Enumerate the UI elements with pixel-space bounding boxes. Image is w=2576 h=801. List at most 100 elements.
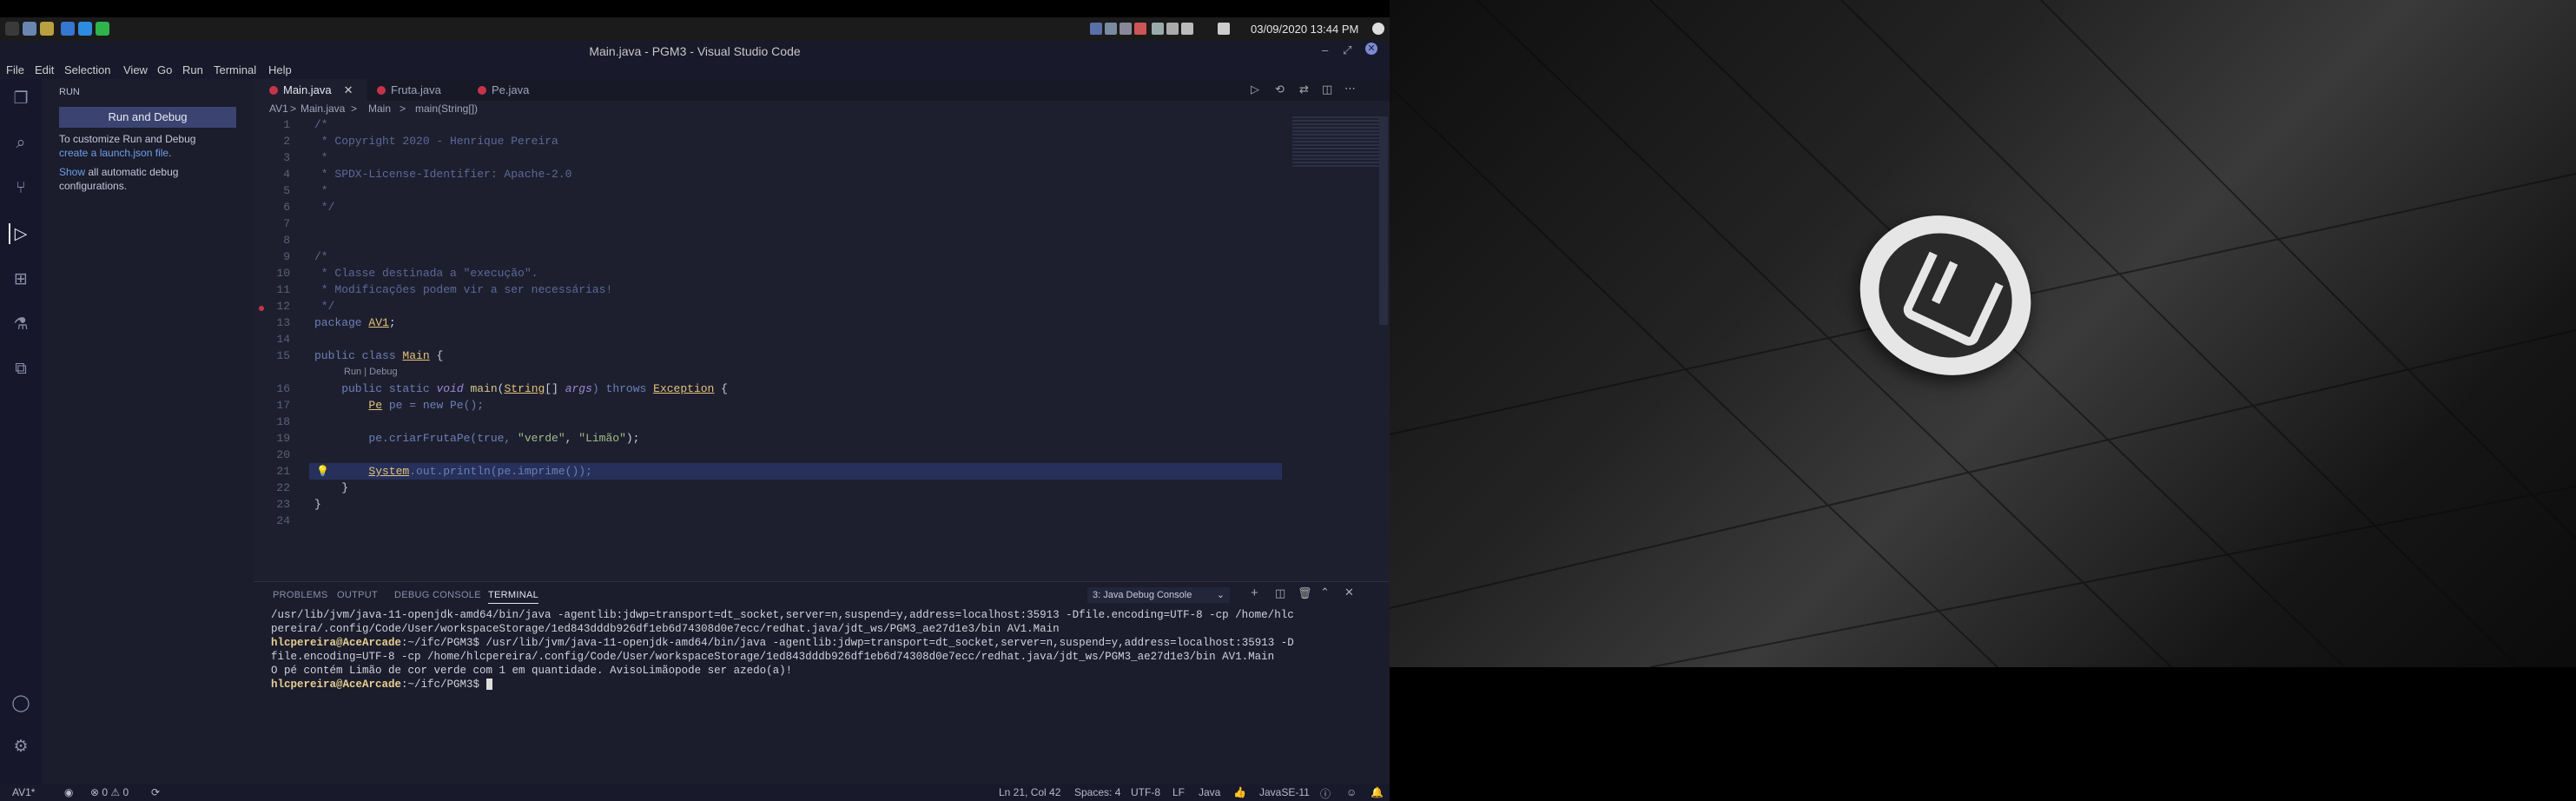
new-terminal-icon[interactable]: + [1251, 586, 1258, 600]
codelens-run-debug[interactable]: Run | Debug [344, 367, 398, 377]
maximize-icon[interactable]: ⤢ [1343, 43, 1351, 57]
run-file-icon[interactable]: ▷ [1251, 83, 1259, 96]
minimize-icon[interactable]: – [1322, 43, 1328, 56]
close-icon[interactable]: ✕ [1365, 43, 1377, 55]
tab-main-java[interactable]: Main.java ✕ [254, 79, 367, 101]
thumbs-up-icon[interactable]: 👍 [1233, 786, 1246, 798]
line-number: 13 [276, 316, 290, 329]
close-panel-icon[interactable]: ✕ [1344, 586, 1354, 599]
maximize-panel-icon[interactable]: ⌃ [1320, 586, 1330, 599]
menu-run[interactable]: Run [182, 63, 203, 76]
panel-tab-terminal[interactable]: TERMINAL [488, 590, 539, 604]
create-launch-json-link[interactable]: create a launch.json file [59, 147, 168, 159]
settings-gear-icon[interactable]: ⚙ [10, 736, 31, 757]
menu-selection[interactable]: Selection [64, 63, 110, 76]
spotify-icon[interactable] [96, 22, 109, 36]
feedback-icon[interactable]: ☺ [1346, 786, 1357, 798]
tab-close-icon[interactable]: ✕ [344, 83, 353, 97]
terminal-output[interactable]: /usr/lib/jvm/java-11-openjdk-amd64/bin/j… [271, 608, 1374, 692]
menu-icon[interactable] [5, 22, 19, 36]
problems-count[interactable]: ⊗ 0 ⚠ 0 [90, 786, 129, 798]
code-line: Pe pe = new Pe(); [314, 399, 484, 412]
code-editor[interactable]: 1 2 3 4 5 6 7 8 9 10 11 12 13 14 15 16 1… [254, 116, 1390, 581]
split-editor-icon[interactable]: ◫ [1322, 83, 1332, 96]
vscode-window: Main.java - PGM3 - Visual Studio Code – … [0, 41, 1390, 801]
explorer-icon[interactable]: ❐ [10, 88, 31, 109]
menu-edit[interactable]: Edit [35, 63, 54, 76]
terminal-line: hlcpereira@AceArcade:~/ifc/PGM3$ /usr/li… [271, 636, 1374, 650]
language-mode[interactable]: Java [1199, 786, 1220, 798]
telegram-icon[interactable] [78, 22, 92, 36]
code-line: * [314, 151, 328, 164]
sync-icon[interactable]: ⟳ [151, 786, 160, 798]
code-line: * Modificações podem vir a ser necessári… [314, 283, 613, 296]
panel-tab-output[interactable]: OUTPUT [337, 590, 378, 600]
line-number: 1 [283, 118, 290, 131]
remote-icon[interactable]: ⧉ [10, 359, 31, 380]
files-icon[interactable] [23, 22, 36, 36]
compare-icon[interactable]: ⇄ [1299, 83, 1309, 96]
extensions-icon[interactable]: ⊞ [10, 268, 31, 289]
source-control-icon[interactable]: ⑂ [10, 178, 31, 199]
menu-go[interactable]: Go [157, 63, 172, 76]
breadcrumb-class[interactable]: Main [368, 103, 391, 115]
account-icon[interactable]: ◯ [10, 692, 31, 713]
jdk-version[interactable]: JavaSE-11 [1259, 786, 1310, 798]
clock[interactable]: 03/09/2020 13:44 PM [1251, 23, 1358, 36]
music-icon[interactable] [1166, 23, 1179, 35]
window-list-icon[interactable] [1105, 23, 1117, 35]
indentation[interactable]: Spaces: 4 [1074, 786, 1120, 798]
network-icon[interactable] [1152, 23, 1164, 35]
bell-icon[interactable]: 🔔 [1371, 786, 1384, 798]
breadcrumb-method[interactable]: main(String[]) [415, 103, 478, 115]
info-icon[interactable]: ⓘ [1320, 786, 1331, 801]
run-and-debug-button[interactable]: Run and Debug [59, 107, 236, 128]
split-terminal-icon[interactable]: ◫ [1275, 586, 1285, 600]
status-bar: AV1* ◉ ⊗ 0 ⚠ 0 ⟳ Ln 21, Col 42 Spaces: 4… [0, 784, 1390, 801]
trash-icon[interactable]: 🗑 [1298, 586, 1312, 600]
token: System [368, 465, 410, 478]
scrollbar[interactable] [1379, 116, 1388, 325]
token: , [565, 432, 579, 445]
menu-terminal[interactable]: Terminal [214, 63, 256, 76]
breakpoint-marker[interactable] [259, 306, 264, 311]
end-of-line[interactable]: LF [1172, 786, 1185, 798]
more-actions-icon[interactable]: ⋯ [1344, 82, 1356, 96]
volume-icon[interactable] [1181, 23, 1193, 35]
cursor-position[interactable]: Ln 21, Col 42 [999, 786, 1060, 798]
vscode-icon[interactable] [61, 22, 75, 36]
panel-tab-problems[interactable]: PROBLEMS [273, 590, 328, 600]
calendar-icon[interactable] [1218, 23, 1230, 35]
token: { [429, 349, 444, 362]
flag-icon[interactable] [1134, 23, 1146, 35]
run-debug-icon[interactable]: ▷ [9, 223, 31, 244]
shield-icon[interactable] [1120, 23, 1132, 35]
live-share-icon[interactable]: ◉ [64, 786, 73, 798]
breadcrumb-file[interactable]: Main.java [301, 103, 345, 115]
menu-help[interactable]: Help [268, 63, 292, 76]
terminal-selector[interactable]: 3: Java Debug Console ⌄ [1087, 587, 1230, 603]
show-link[interactable]: Show [59, 166, 85, 178]
tab-pe-java[interactable]: Pe.java [467, 79, 559, 101]
workspace-icon[interactable] [1090, 23, 1102, 35]
search-icon[interactable]: ⌕ [10, 133, 31, 154]
minimap[interactable] [1292, 116, 1379, 169]
power-icon[interactable] [1372, 23, 1384, 35]
token: main [470, 382, 498, 395]
menu-file[interactable]: File [6, 63, 24, 76]
code-line: } [314, 498, 321, 511]
menu-view[interactable]: View [123, 63, 148, 76]
tab-fruta-java[interactable]: Fruta.java [367, 79, 467, 101]
panel-tab-debug-console[interactable]: DEBUG CONSOLE [394, 590, 481, 600]
testing-icon[interactable]: ⚗ [10, 314, 31, 334]
token: "Limão" [578, 432, 626, 445]
bottom-panel: PROBLEMS OUTPUT DEBUG CONSOLE TERMINAL 3… [254, 581, 1390, 785]
code-line: public static void main(String[] args) t… [314, 382, 728, 395]
folder-icon[interactable] [40, 22, 54, 36]
terminal-line: file.encoding=UTF-8 -cp /home/hlcpereira… [271, 651, 1275, 663]
git-branch[interactable]: AV1* [12, 786, 35, 798]
debug-file-icon[interactable]: ⟲ [1275, 83, 1285, 96]
breadcrumb-project[interactable]: AV1 [269, 103, 288, 115]
activity-bar: ❐ ⌕ ⑂ ▷ ⊞ ⚗ ⧉ ◯ ⚙ [0, 79, 42, 784]
encoding[interactable]: UTF-8 [1131, 786, 1160, 798]
